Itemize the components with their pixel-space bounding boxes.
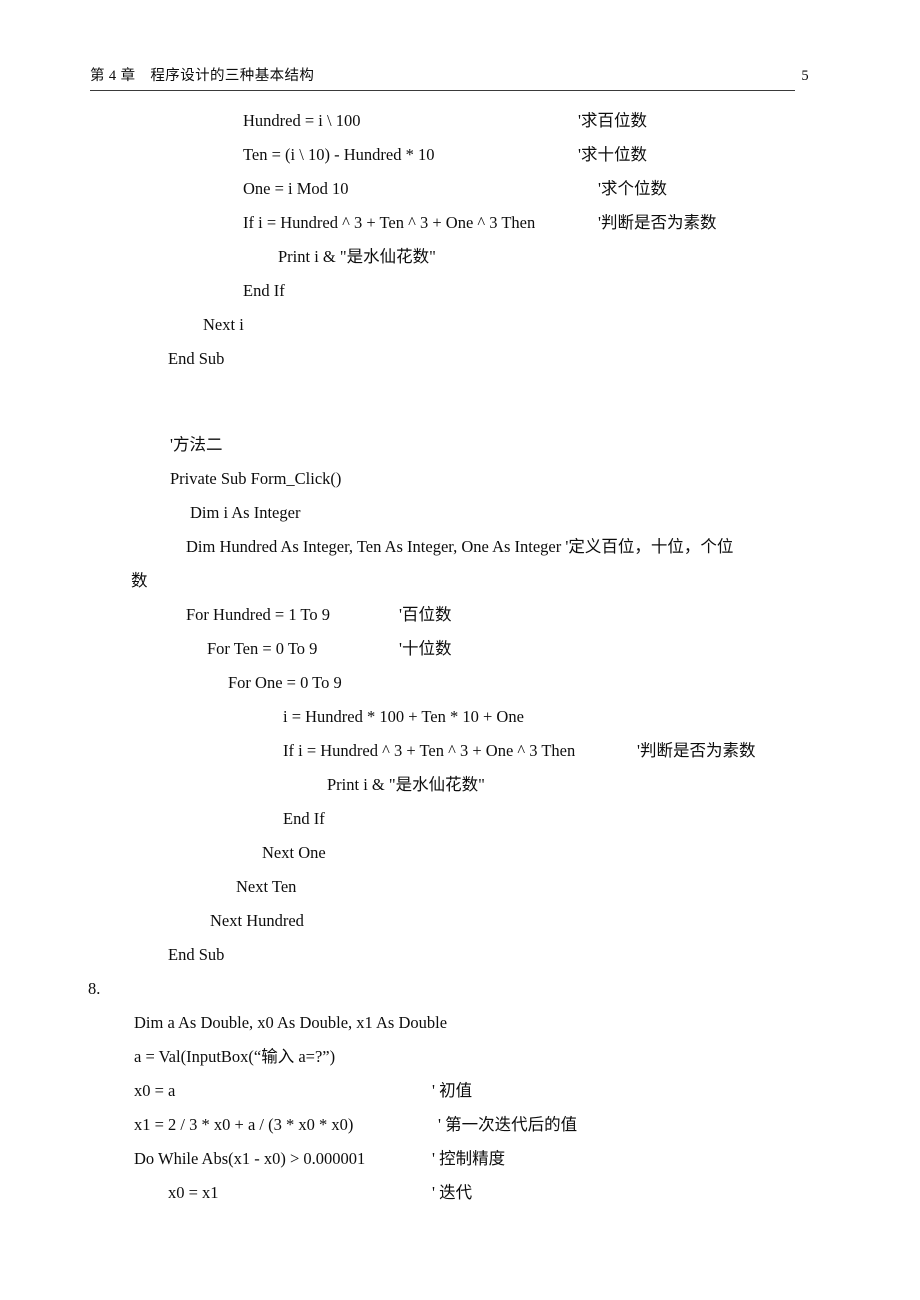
code-text: Next Ten: [236, 877, 297, 896]
code-text: a = Val(InputBox(“输入 a=?”): [134, 1047, 336, 1066]
code-line: Dim i As Integer: [0, 496, 920, 530]
code-text: If i = Hundred ^ 3 + Ten ^ 3 + One ^ 3 T…: [243, 213, 536, 232]
code-text: If i = Hundred ^ 3 + Ten ^ 3 + One ^ 3 T…: [283, 741, 576, 760]
code-line: i = Hundred * 100 + Ten * 10 + One: [0, 700, 920, 734]
code-line: x0 = a ' 初值: [0, 1074, 920, 1108]
code-text: i = Hundred * 100 + Ten * 10 + One: [283, 707, 524, 726]
code-text: Next One: [262, 843, 326, 862]
code-text: x0 = x1: [168, 1183, 219, 1202]
code-comment: '十位数: [399, 639, 452, 658]
code-line: Print i & "是水仙花数": [0, 240, 920, 274]
code-comment: '百位数: [399, 605, 452, 624]
code-text: Do While Abs(x1 - x0) > 0.000001: [134, 1149, 366, 1168]
code-line: If i = Hundred ^ 3 + Ten ^ 3 + One ^ 3 T…: [0, 734, 920, 768]
code-line: x0 = x1 ' 迭代: [0, 1176, 920, 1210]
code-text: Print i & "是水仙花数": [327, 775, 485, 794]
code-comment: ' 迭代: [432, 1183, 473, 1202]
code-line: Ten = (i \ 10) - Hundred * 10 '求十位数: [0, 138, 920, 172]
code-text: Dim a As Double, x0 As Double, x1 As Dou…: [134, 1013, 448, 1032]
code-text: Next Hundred: [210, 911, 304, 930]
code-line: For Hundred = 1 To 9 '百位数: [0, 598, 920, 632]
code-line: '方法二: [0, 428, 920, 462]
code-text: End If: [243, 281, 285, 300]
code-text: One = i Mod 10: [243, 179, 349, 198]
code-block-method-one: Hundred = i \ 100 '求百位数 Ten = (i \ 10) - H…: [0, 104, 920, 376]
code-comment: ' 初值: [432, 1081, 473, 1100]
code-line: Next Hundred: [0, 904, 920, 938]
page-header: 第 4 章 程序设计的三种基本结构 5: [90, 66, 820, 96]
code-comment: '判断是否为素数: [598, 213, 717, 232]
code-text: Dim i As Integer: [190, 503, 301, 522]
code-line: Hundred = i \ 100 '求百位数: [0, 104, 920, 138]
code-text: Dim Hundred As Integer, Ten As Integer, …: [186, 537, 734, 556]
code-comment: '求个位数: [598, 179, 667, 198]
code-text: '方法二: [170, 435, 223, 454]
code-line: Print i & "是水仙花数": [0, 768, 920, 802]
code-line: End Sub: [0, 342, 920, 376]
code-block-method-two-head: '方法二 Private Sub Form_Click() Dim i As Int…: [0, 428, 920, 530]
code-line-wrapped: Dim Hundred As Integer, Ten As Integer, …: [0, 530, 920, 564]
code-text: Private Sub Form_Click(): [170, 469, 342, 488]
code-text: x1 = 2 / 3 * x0 + a / (3 * x0 * x0): [134, 1115, 354, 1134]
code-text: x0 = a: [134, 1081, 176, 1100]
code-text: 数: [131, 571, 148, 590]
code-line: If i = Hundred ^ 3 + Ten ^ 3 + One ^ 3 T…: [0, 206, 920, 240]
code-comment: ' 控制精度: [432, 1149, 506, 1168]
code-comment: '求十位数: [578, 145, 647, 164]
list-item-number: 8.: [88, 979, 101, 998]
code-text: Ten = (i \ 10) - Hundred * 10: [243, 145, 435, 164]
document-body: Hundred = i \ 100 '求百位数 Ten = (i \ 10) - H…: [0, 104, 920, 1210]
code-comment: ' 第一次迭代后的值: [438, 1115, 578, 1134]
code-line: x1 = 2 / 3 * x0 + a / (3 * x0 * x0) ' 第一次…: [0, 1108, 920, 1142]
code-text: End If: [283, 809, 325, 828]
code-line: For Ten = 0 To 9 '十位数: [0, 632, 920, 666]
code-line: Dim a As Double, x0 As Double, x1 As Dou…: [0, 1006, 920, 1040]
code-line: Do While Abs(x1 - x0) > 0.000001 ' 控制精度: [0, 1142, 920, 1176]
code-line-wrap-continuation: 数: [0, 564, 920, 598]
code-text: For Hundred = 1 To 9: [186, 605, 330, 624]
page-number: 5: [801, 68, 809, 84]
code-line: End If: [0, 274, 920, 308]
code-text: Hundred = i \ 100: [243, 111, 361, 130]
code-comment: '求百位数: [578, 111, 647, 130]
code-text: For One = 0 To 9: [228, 673, 342, 692]
header-chapter-title: 第 4 章 程序设计的三种基本结构: [90, 68, 315, 84]
code-text: End Sub: [168, 349, 225, 368]
code-block-item-8: Dim a As Double, x0 As Double, x1 As Dou…: [0, 1006, 920, 1210]
code-line: Next Ten: [0, 870, 920, 904]
code-line: End Sub: [0, 938, 920, 972]
code-block-method-two-body: For Hundred = 1 To 9 '百位数 For Ten = 0 To 9…: [0, 598, 920, 972]
code-line: Next i: [0, 308, 920, 342]
code-line: Private Sub Form_Click(): [0, 462, 920, 496]
code-text: Next i: [203, 315, 244, 334]
list-item-number-row: 8.: [0, 972, 920, 1006]
code-text: For Ten = 0 To 9: [207, 639, 318, 658]
code-line: For One = 0 To 9: [0, 666, 920, 700]
code-line: Next One: [0, 836, 920, 870]
code-text: End Sub: [168, 945, 225, 964]
code-line: End If: [0, 802, 920, 836]
code-comment: '判断是否为素数: [637, 741, 756, 760]
header-divider: [90, 90, 795, 91]
code-text: Print i & "是水仙花数": [278, 247, 436, 266]
document-page: 第 4 章 程序设计的三种基本结构 5 Hundred = i \ 100 '求百…: [0, 0, 920, 1300]
code-line: One = i Mod 10 '求个位数: [0, 172, 920, 206]
code-line: a = Val(InputBox(“输入 a=?”): [0, 1040, 920, 1074]
